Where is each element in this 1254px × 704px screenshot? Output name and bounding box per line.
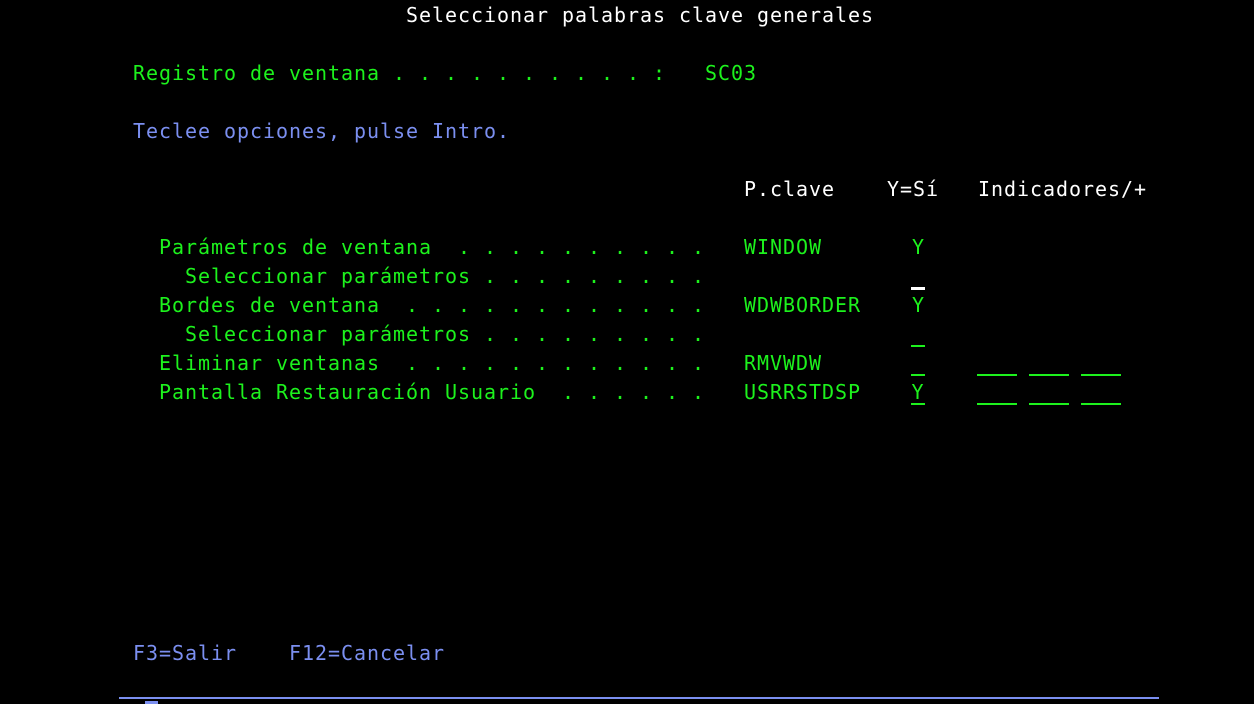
usrrstdsp-indicator-2[interactable] [1029,381,1069,405]
f12-cancel-key[interactable]: F12=Cancelar [289,642,445,664]
record-label: Registro de ventana . . . . . . . . . . … [133,61,667,85]
instructions: Teclee opciones, pulse Intro. [133,119,511,143]
screen-title: Seleccionar palabras clave generales [406,3,875,27]
row-label-border-params: Seleccionar parámetros . . . . . . . . . [185,322,706,346]
record-value: SC03 [705,61,758,85]
header-indicators: Indicadores/+ [978,177,1148,201]
row-keyword-wdwborder: WDWBORDER [744,293,862,317]
rmvwdw-indicator-1[interactable] [977,352,1017,376]
rmvwdw-indicator-3[interactable] [1081,352,1121,376]
rmvwdw-select-input[interactable] [911,352,925,376]
message-line-divider [119,697,1159,699]
usrrstdsp-indicator-3[interactable] [1081,381,1121,405]
row-keyword-usrrstdsp: USRRSTDSP [744,380,862,404]
row-label-usrrstdsp: Pantalla Restauración Usuario . . . . . … [159,380,706,404]
row-keyword-window: WINDOW [744,235,823,259]
window-select-input[interactable]: Y [911,236,926,258]
usrrstdsp-select-input[interactable]: Y [911,381,925,405]
row-label-rmvwdw: Eliminar ventanas . . . . . . . . . . . … [159,351,706,375]
border-params-input[interactable] [911,323,925,347]
row-keyword-rmvwdw: RMVWDW [744,351,823,375]
f3-exit-key[interactable]: F3=Salir [133,642,237,664]
row-label-window-params: Seleccionar parámetros . . . . . . . . . [185,264,706,288]
wdwborder-select-input[interactable]: Y [911,294,926,316]
usrrstdsp-indicator-1[interactable] [977,381,1017,405]
row-label-window: Parámetros de ventana . . . . . . . . . … [159,235,706,259]
window-params-input[interactable] [911,265,925,290]
row-label-wdwborder: Bordes de ventana . . . . . . . . . . . … [159,293,706,317]
header-keyword: P.clave [744,177,836,201]
header-yes: Y=Sí [887,177,940,201]
rmvwdw-indicator-2[interactable] [1029,352,1069,376]
